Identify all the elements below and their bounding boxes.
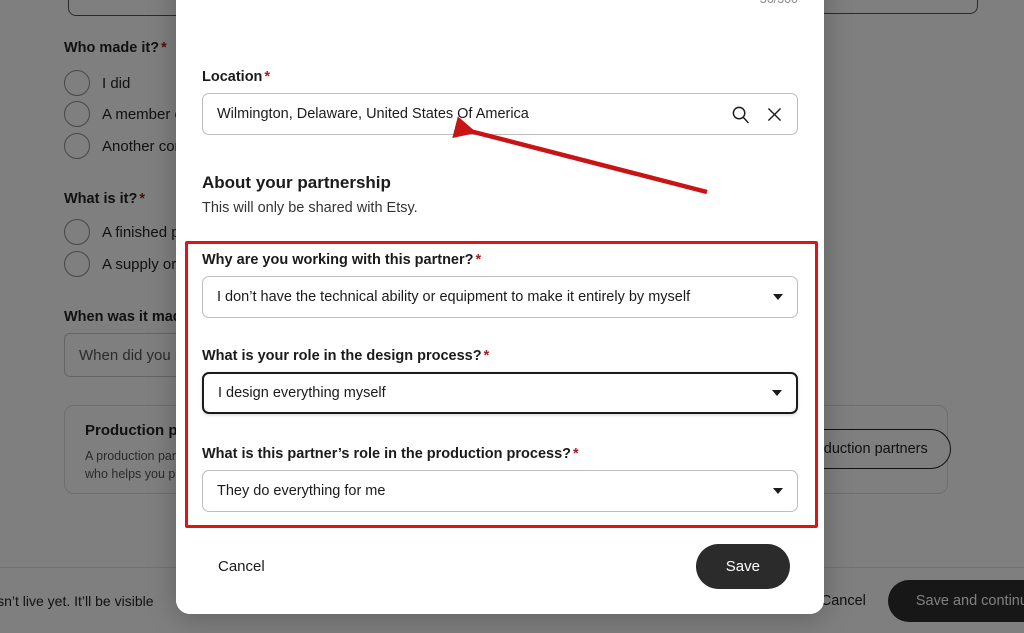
required-asterisk: * (573, 446, 579, 462)
why-partner-label: Why are you working with this partner? * (202, 252, 798, 268)
design-role-select[interactable]: I design everything myself (202, 372, 798, 414)
partner-role-select[interactable]: They do everything for me (202, 470, 798, 512)
required-asterisk: * (264, 69, 271, 85)
design-role-value: I design everything myself (218, 385, 386, 401)
location-input-icons (731, 105, 783, 124)
partner-role-value: They do everything for me (217, 483, 386, 499)
design-role-label: What is your role in the design process?… (202, 348, 798, 364)
location-input-value: Wilmington, Delaware, United States Of A… (217, 106, 529, 122)
question-group-why-partner: Why are you working with this partner? * … (202, 252, 798, 318)
why-partner-label-text: Why are you working with this partner? (202, 252, 474, 268)
screenshot-root: Who made it?* I did A member of my shop … (0, 0, 1024, 633)
section-title: About your partnership (202, 173, 391, 192)
modal-cancel-button[interactable]: Cancel (218, 558, 265, 575)
chevron-down-icon[interactable] (773, 294, 783, 300)
chevron-down-icon[interactable] (773, 488, 783, 494)
modal-footer: Cancel Save (176, 526, 824, 614)
design-role-label-text: What is your role in the design process? (202, 348, 482, 364)
partner-role-label: What is this partner’s role in the produ… (202, 446, 798, 462)
partner-role-label-text: What is this partner’s role in the produ… (202, 446, 571, 462)
modal-body: 36/300 Location* Wilmington, Delaware, U… (176, 0, 824, 526)
why-partner-select[interactable]: I don’t have the technical ability or eq… (202, 276, 798, 318)
location-input[interactable]: Wilmington, Delaware, United States Of A… (202, 93, 798, 135)
question-group-design-role: What is your role in the design process?… (202, 348, 798, 414)
why-partner-value: I don’t have the technical ability or eq… (217, 289, 691, 305)
character-counter: 36/300 (760, 0, 798, 6)
location-label-text: Location (202, 69, 263, 85)
search-icon[interactable] (731, 105, 750, 124)
required-asterisk: * (483, 348, 490, 364)
modal-save-button[interactable]: Save (695, 543, 790, 589)
location-field-group: Location * Wilmington, Delaware, United S… (202, 69, 798, 135)
section-subtitle: This will only be shared with Etsy. (202, 200, 418, 216)
chevron-down-icon[interactable] (772, 390, 782, 396)
required-asterisk: * (475, 252, 482, 268)
partnership-section-header: About your partnership This will only be… (202, 173, 762, 216)
question-group-partner-role: What is this partner’s role in the produ… (202, 446, 798, 512)
close-icon[interactable] (766, 106, 783, 123)
location-label: Location * (202, 69, 798, 85)
production-partner-modal: 36/300 Location* Wilmington, Delaware, U… (176, 0, 824, 614)
